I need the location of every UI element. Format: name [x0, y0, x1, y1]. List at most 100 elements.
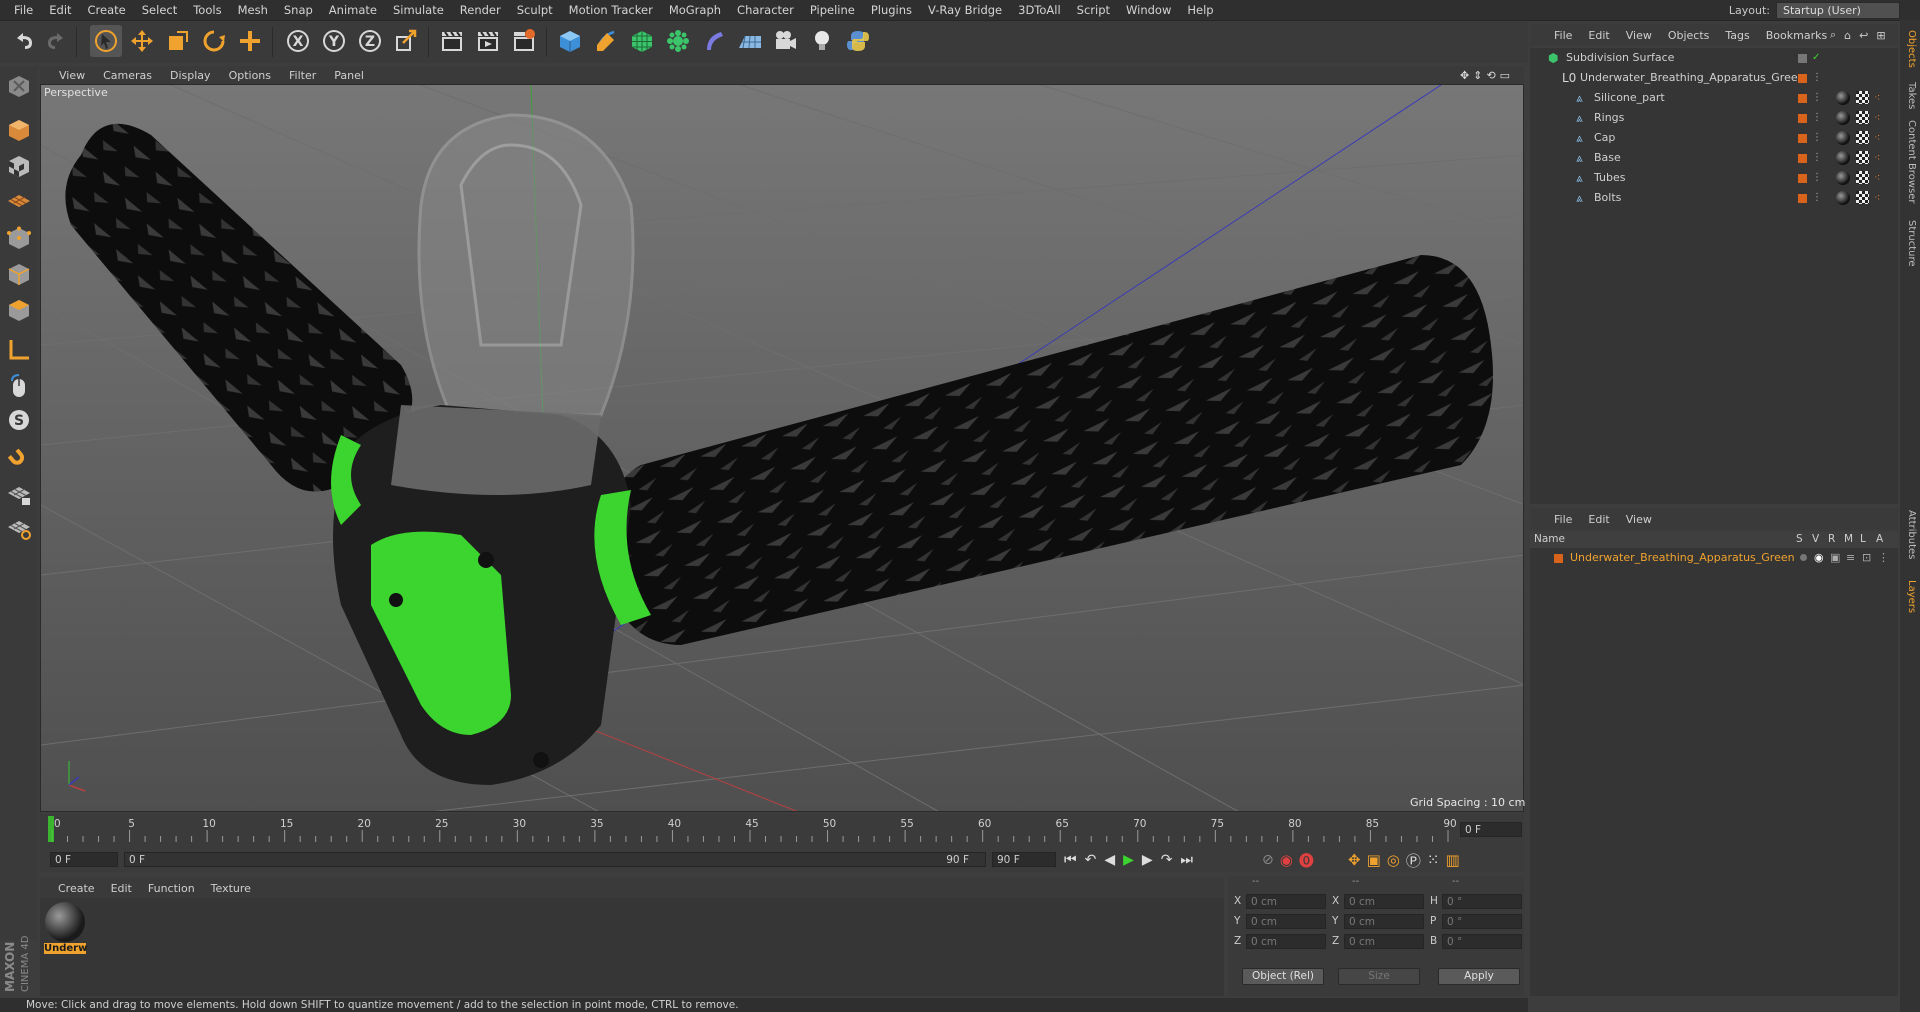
texture-mode-button[interactable] [3, 150, 35, 182]
end-frame-field[interactable]: 90 F [992, 852, 1056, 867]
tweak-mode-button[interactable] [3, 370, 35, 402]
subdivision-surface-button[interactable] [626, 25, 658, 57]
tab-attributes[interactable]: Attributes [1903, 510, 1917, 559]
layer-color-swatch[interactable] [1798, 134, 1807, 143]
size-mode-dropdown[interactable]: Size [1338, 968, 1420, 985]
current-frame-field[interactable]: 0 F [1460, 822, 1522, 837]
spline-pen-button[interactable] [590, 25, 622, 57]
coord-value-field[interactable]: 0 ° [1442, 914, 1522, 929]
object-row[interactable]: ⩓ Silicone_part ⋮ ⁖ [1530, 88, 1898, 108]
camera-button[interactable] [770, 25, 802, 57]
orbit-icon[interactable]: ⟲ [1486, 69, 1495, 82]
coord-value-field[interactable]: 0 cm [1344, 894, 1424, 909]
uvw-tag-icon[interactable] [1856, 171, 1869, 184]
enabled-check-icon[interactable]: ✓ [1812, 48, 1820, 68]
viewport-menu-options[interactable]: Options [220, 69, 280, 82]
material-menu-create[interactable]: Create [50, 882, 103, 895]
tab-content-browser[interactable]: Content Browser [1903, 120, 1917, 203]
layer-color-swatch[interactable] [1798, 174, 1807, 183]
coord-value-field[interactable]: 0 cm [1344, 914, 1424, 929]
autokey-icon[interactable]: ⓿ [1299, 850, 1314, 871]
layer-color-swatch[interactable] [1798, 154, 1807, 163]
menu-snap[interactable]: Snap [276, 0, 321, 20]
recent-tool-button[interactable] [234, 25, 266, 57]
tab-layers[interactable]: Layers [1903, 580, 1917, 613]
coord-value-field[interactable]: 0 cm [1344, 934, 1424, 949]
visibility-dots-icon[interactable]: ⋮ [1812, 108, 1822, 128]
menu-tools[interactable]: Tools [185, 0, 229, 20]
y-axis-button[interactable]: Y [318, 25, 350, 57]
menu-edit[interactable]: Edit [41, 0, 79, 20]
object-menu-objects[interactable]: Objects [1660, 29, 1718, 42]
viewport-menu-view[interactable]: View [50, 69, 94, 82]
menu-sculpt[interactable]: Sculpt [509, 0, 561, 20]
object-menu-view[interactable]: View [1618, 29, 1660, 42]
timeline-ruler[interactable]: 0 5 10 15 20 25 30 35 40 45 50 55 60 65 70 75 80 85 90 [40, 814, 1524, 848]
range-slider[interactable]: 0 F 90 F [124, 852, 986, 867]
object-row[interactable]: ⩓ Tubes ⋮ ⁖ [1530, 168, 1898, 188]
coord-value-field[interactable]: 0 cm [1246, 894, 1326, 909]
maximize-icon[interactable]: ▭ [1500, 69, 1510, 82]
menu-animate[interactable]: Animate [321, 0, 385, 20]
object-row[interactable]: ⩓ Bolts ⋮ ⁖ [1530, 188, 1898, 208]
object-menu-edit[interactable]: Edit [1580, 29, 1617, 42]
home-icon[interactable]: ⌂ [1844, 29, 1851, 42]
visibility-dots-icon[interactable]: ⋮ [1812, 128, 1822, 148]
layer-solo-toggle[interactable] [1800, 554, 1807, 561]
coordinate-system-button[interactable] [390, 25, 422, 57]
visibility-dots-icon[interactable]: ⋮ [1812, 168, 1822, 188]
menu-plugins[interactable]: Plugins [863, 0, 920, 20]
next-frame-icon[interactable]: ▶ [1142, 852, 1153, 868]
tab-takes[interactable]: Takes [1903, 82, 1917, 109]
phong-tag-icon[interactable]: ⁖ [1874, 188, 1880, 208]
menu-mograph[interactable]: MoGraph [661, 0, 729, 20]
points-mode-button[interactable] [3, 222, 35, 254]
floor-button[interactable] [734, 25, 766, 57]
layer-color-swatch[interactable] [1798, 194, 1807, 203]
menu-pipeline[interactable]: Pipeline [802, 0, 863, 20]
phong-tag-icon[interactable]: ⁖ [1874, 148, 1880, 168]
object-menu-tags[interactable]: Tags [1717, 29, 1757, 42]
model-mode-button[interactable] [3, 114, 35, 146]
x-axis-button[interactable]: X [282, 25, 314, 57]
deformer-button[interactable] [698, 25, 730, 57]
object-row[interactable]: ⩓ Base ⋮ ⁖ [1530, 148, 1898, 168]
light-button[interactable] [806, 25, 838, 57]
object-row[interactable]: ⩓ Cap ⋮ ⁖ [1530, 128, 1898, 148]
object-row[interactable]: ⩓ Rings ⋮ ⁖ [1530, 108, 1898, 128]
menu-motion-tracker[interactable]: Motion Tracker [561, 0, 661, 20]
uvw-tag-icon[interactable] [1856, 111, 1869, 124]
uvw-tag-icon[interactable] [1856, 91, 1869, 104]
layer-color-swatch[interactable] [1798, 54, 1807, 63]
menu-character[interactable]: Character [729, 0, 802, 20]
menu-simulate[interactable]: Simulate [385, 0, 452, 20]
cube-object-button[interactable] [554, 25, 586, 57]
dolly-icon[interactable]: ⇕ [1473, 69, 1482, 82]
uvw-tag-icon[interactable] [1856, 131, 1869, 144]
material-tag-icon[interactable] [1836, 91, 1850, 105]
menu-create[interactable]: Create [80, 0, 134, 20]
play-icon[interactable]: ▶ [1123, 852, 1134, 868]
material-tag-icon[interactable] [1836, 151, 1850, 165]
material-item[interactable]: Underw [44, 902, 87, 956]
viewport-menu-panel[interactable]: Panel [325, 69, 373, 82]
layer-color-swatch[interactable] [1798, 74, 1807, 83]
menu-3dtoall[interactable]: 3DToAll [1010, 0, 1069, 20]
previous-key-icon[interactable]: ↶ [1085, 852, 1097, 868]
uvw-tag-icon[interactable] [1856, 191, 1869, 204]
workplane-mode-button[interactable] [3, 184, 35, 216]
viewport-menu-cameras[interactable]: Cameras [94, 69, 161, 82]
layer-animation-icon[interactable]: ⋮ [1878, 548, 1889, 568]
menu-v-ray-bridge[interactable]: V-Ray Bridge [920, 0, 1010, 20]
coord-value-field[interactable]: 0 cm [1246, 934, 1326, 949]
start-frame-field[interactable]: 0 F [50, 852, 118, 867]
pan-icon[interactable]: ✥ [1460, 69, 1469, 82]
layer-menu-edit[interactable]: Edit [1580, 513, 1617, 526]
object-row[interactable]: L0 Underwater_Breathing_Apparatus_Green ⋮ [1530, 68, 1898, 88]
material-menu-texture[interactable]: Texture [203, 882, 259, 895]
layer-color-swatch[interactable] [1798, 114, 1807, 123]
material-tag-icon[interactable] [1836, 131, 1850, 145]
layout-dropdown[interactable]: Startup (User) [1776, 1, 1900, 19]
tab-structure[interactable]: Structure [1903, 220, 1917, 267]
layer-menu-view[interactable]: View [1618, 513, 1660, 526]
